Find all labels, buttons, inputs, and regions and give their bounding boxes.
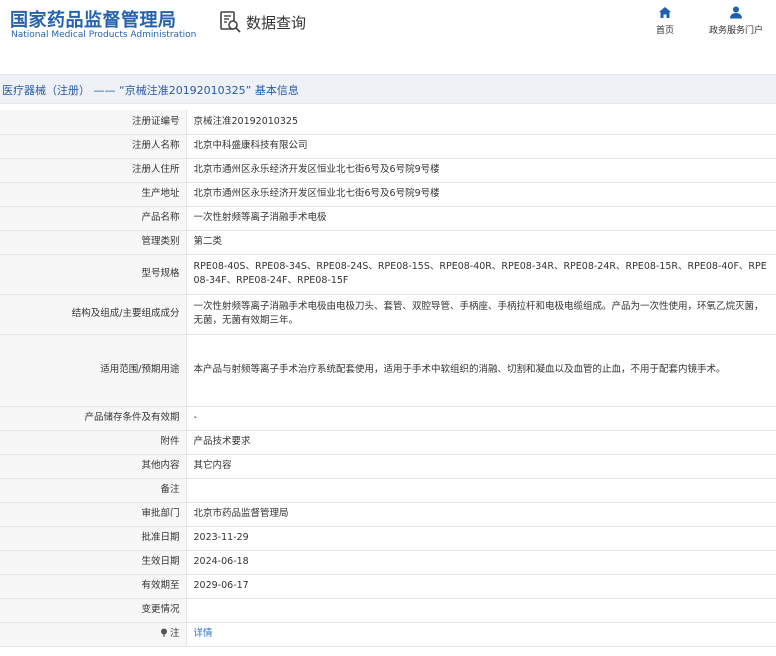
- table-row: 管理类别 第二类: [0, 230, 776, 255]
- row-label: 有效期至: [0, 574, 187, 599]
- table-row: 附件 产品技术要求: [0, 430, 776, 455]
- nav-home-label: 首页: [655, 26, 674, 36]
- row-value: 北京市通州区永乐经济开发区恒业北七街6号及6号院9号楼: [186, 158, 776, 183]
- row-value: 2023-11-29: [186, 526, 776, 551]
- row-value: 2029-06-17: [186, 574, 776, 599]
- table-row: 审批部门 北京市药品监督管理局: [0, 502, 776, 527]
- row-value: 产品技术要求: [186, 430, 776, 455]
- row-value: 其它内容: [186, 454, 776, 479]
- row-value: 第二类: [186, 230, 776, 255]
- row-label: 变更情况: [0, 598, 187, 623]
- nav-home[interactable]: 首页: [648, 6, 682, 36]
- info-table: 注册证编号 京械注准20192010325 注册人名称 北京中科盛康科技有限公司…: [0, 110, 776, 647]
- header-spacer: [0, 52, 776, 74]
- table-row: 注 详情: [0, 622, 776, 647]
- row-value: RPE08-40S、RPE08-34S、RPE08-24S、RPE08-15S、…: [186, 254, 776, 295]
- record-title-bar: 医疗器械（注册） —— “京械注准20192010325” 基本信息: [0, 74, 776, 104]
- site-header: 国家药品监督管理局 National Medical Products Admi…: [0, 0, 776, 52]
- table-row: 产品名称 一次性射频等离子消融手术电极: [0, 206, 776, 231]
- row-value: -: [186, 406, 776, 431]
- row-label: 注册人住所: [0, 158, 187, 183]
- site-logo-cn[interactable]: 国家药品监督管理局: [10, 6, 177, 32]
- row-label: 产品名称: [0, 206, 187, 231]
- table-row: 适用范围/预期用途 本产品与射频等离子手术治疗系统配套使用，适用于手术中软组织的…: [0, 334, 776, 407]
- row-label: 注册人名称: [0, 134, 187, 159]
- row-value: 一次性射频等离子消融手术电极: [186, 206, 776, 231]
- row-label: 产品储存条件及有效期: [0, 406, 187, 431]
- data-query-heading: 数据查询: [218, 10, 306, 34]
- table-row: 有效期至 2029-06-17: [0, 574, 776, 599]
- table-row: 生产地址 北京市通州区永乐经济开发区恒业北七街6号及6号院9号楼: [0, 182, 776, 207]
- row-label: 适用范围/预期用途: [0, 334, 187, 407]
- row-value: 北京中科盛康科技有限公司: [186, 134, 776, 159]
- note-label: 注: [169, 628, 180, 639]
- user-icon: [730, 6, 742, 19]
- table-row: 生效日期 2024-06-18: [0, 550, 776, 575]
- nav-portal[interactable]: 政务服务门户: [702, 6, 770, 36]
- pin-icon: [160, 628, 167, 637]
- row-label: 备注: [0, 478, 187, 503]
- details-link[interactable]: 详情: [186, 622, 776, 647]
- table-row: 结构及组成/主要组成成分 一次性射频等离子消融手术电极由电极刀头、套管、双腔导管…: [0, 294, 776, 335]
- row-value: 2024-06-18: [186, 550, 776, 575]
- record-title: 医疗器械（注册） —— “京械注准20192010325” 基本信息: [2, 84, 299, 97]
- row-label: 批准日期: [0, 526, 187, 551]
- row-value: [186, 598, 776, 623]
- nav-portal-label: 政务服务门户: [708, 26, 763, 36]
- row-value: 京械注准20192010325: [186, 110, 776, 135]
- data-query-title: 数据查询: [246, 13, 307, 32]
- table-row: 注册人住所 北京市通州区永乐经济开发区恒业北七街6号及6号院9号楼: [0, 158, 776, 183]
- row-value: 北京市药品监督管理局: [186, 502, 776, 527]
- table-row: 批准日期 2023-11-29: [0, 526, 776, 551]
- row-label: 附件: [0, 430, 187, 455]
- table-row: 注册人名称 北京中科盛康科技有限公司: [0, 134, 776, 159]
- row-label: 注册证编号: [0, 110, 187, 135]
- table-row: 变更情况: [0, 598, 776, 623]
- row-label: 生产地址: [0, 182, 187, 207]
- row-label: 管理类别: [0, 230, 187, 255]
- table-row: 备注: [0, 478, 776, 503]
- site-logo-en: National Medical Products Administration: [11, 30, 197, 40]
- row-label: 其他内容: [0, 454, 187, 479]
- table-row: 产品储存条件及有效期 -: [0, 406, 776, 431]
- table-row: 注册证编号 京械注准20192010325: [0, 110, 776, 135]
- table-row: 其他内容 其它内容: [0, 454, 776, 479]
- row-value: 北京市通州区永乐经济开发区恒业北七街6号及6号院9号楼: [186, 182, 776, 207]
- row-label: 审批部门: [0, 502, 187, 527]
- document-search-icon: [220, 11, 241, 33]
- row-value: [186, 478, 776, 503]
- row-label: 生效日期: [0, 550, 187, 575]
- row-label: 型号规格: [0, 254, 187, 295]
- row-label-note: 注: [0, 622, 187, 647]
- table-row: 型号规格 RPE08-40S、RPE08-34S、RPE08-24S、RPE08…: [0, 254, 776, 295]
- row-label: 结构及组成/主要组成成分: [0, 294, 187, 335]
- row-value: 一次性射频等离子消融手术电极由电极刀头、套管、双腔导管、手柄座、手柄拉杆和电极电…: [186, 294, 776, 335]
- home-icon: [659, 7, 671, 18]
- row-value: 本产品与射频等离子手术治疗系统配套使用，适用于手术中软组织的消融、切割和凝血以及…: [186, 334, 776, 407]
